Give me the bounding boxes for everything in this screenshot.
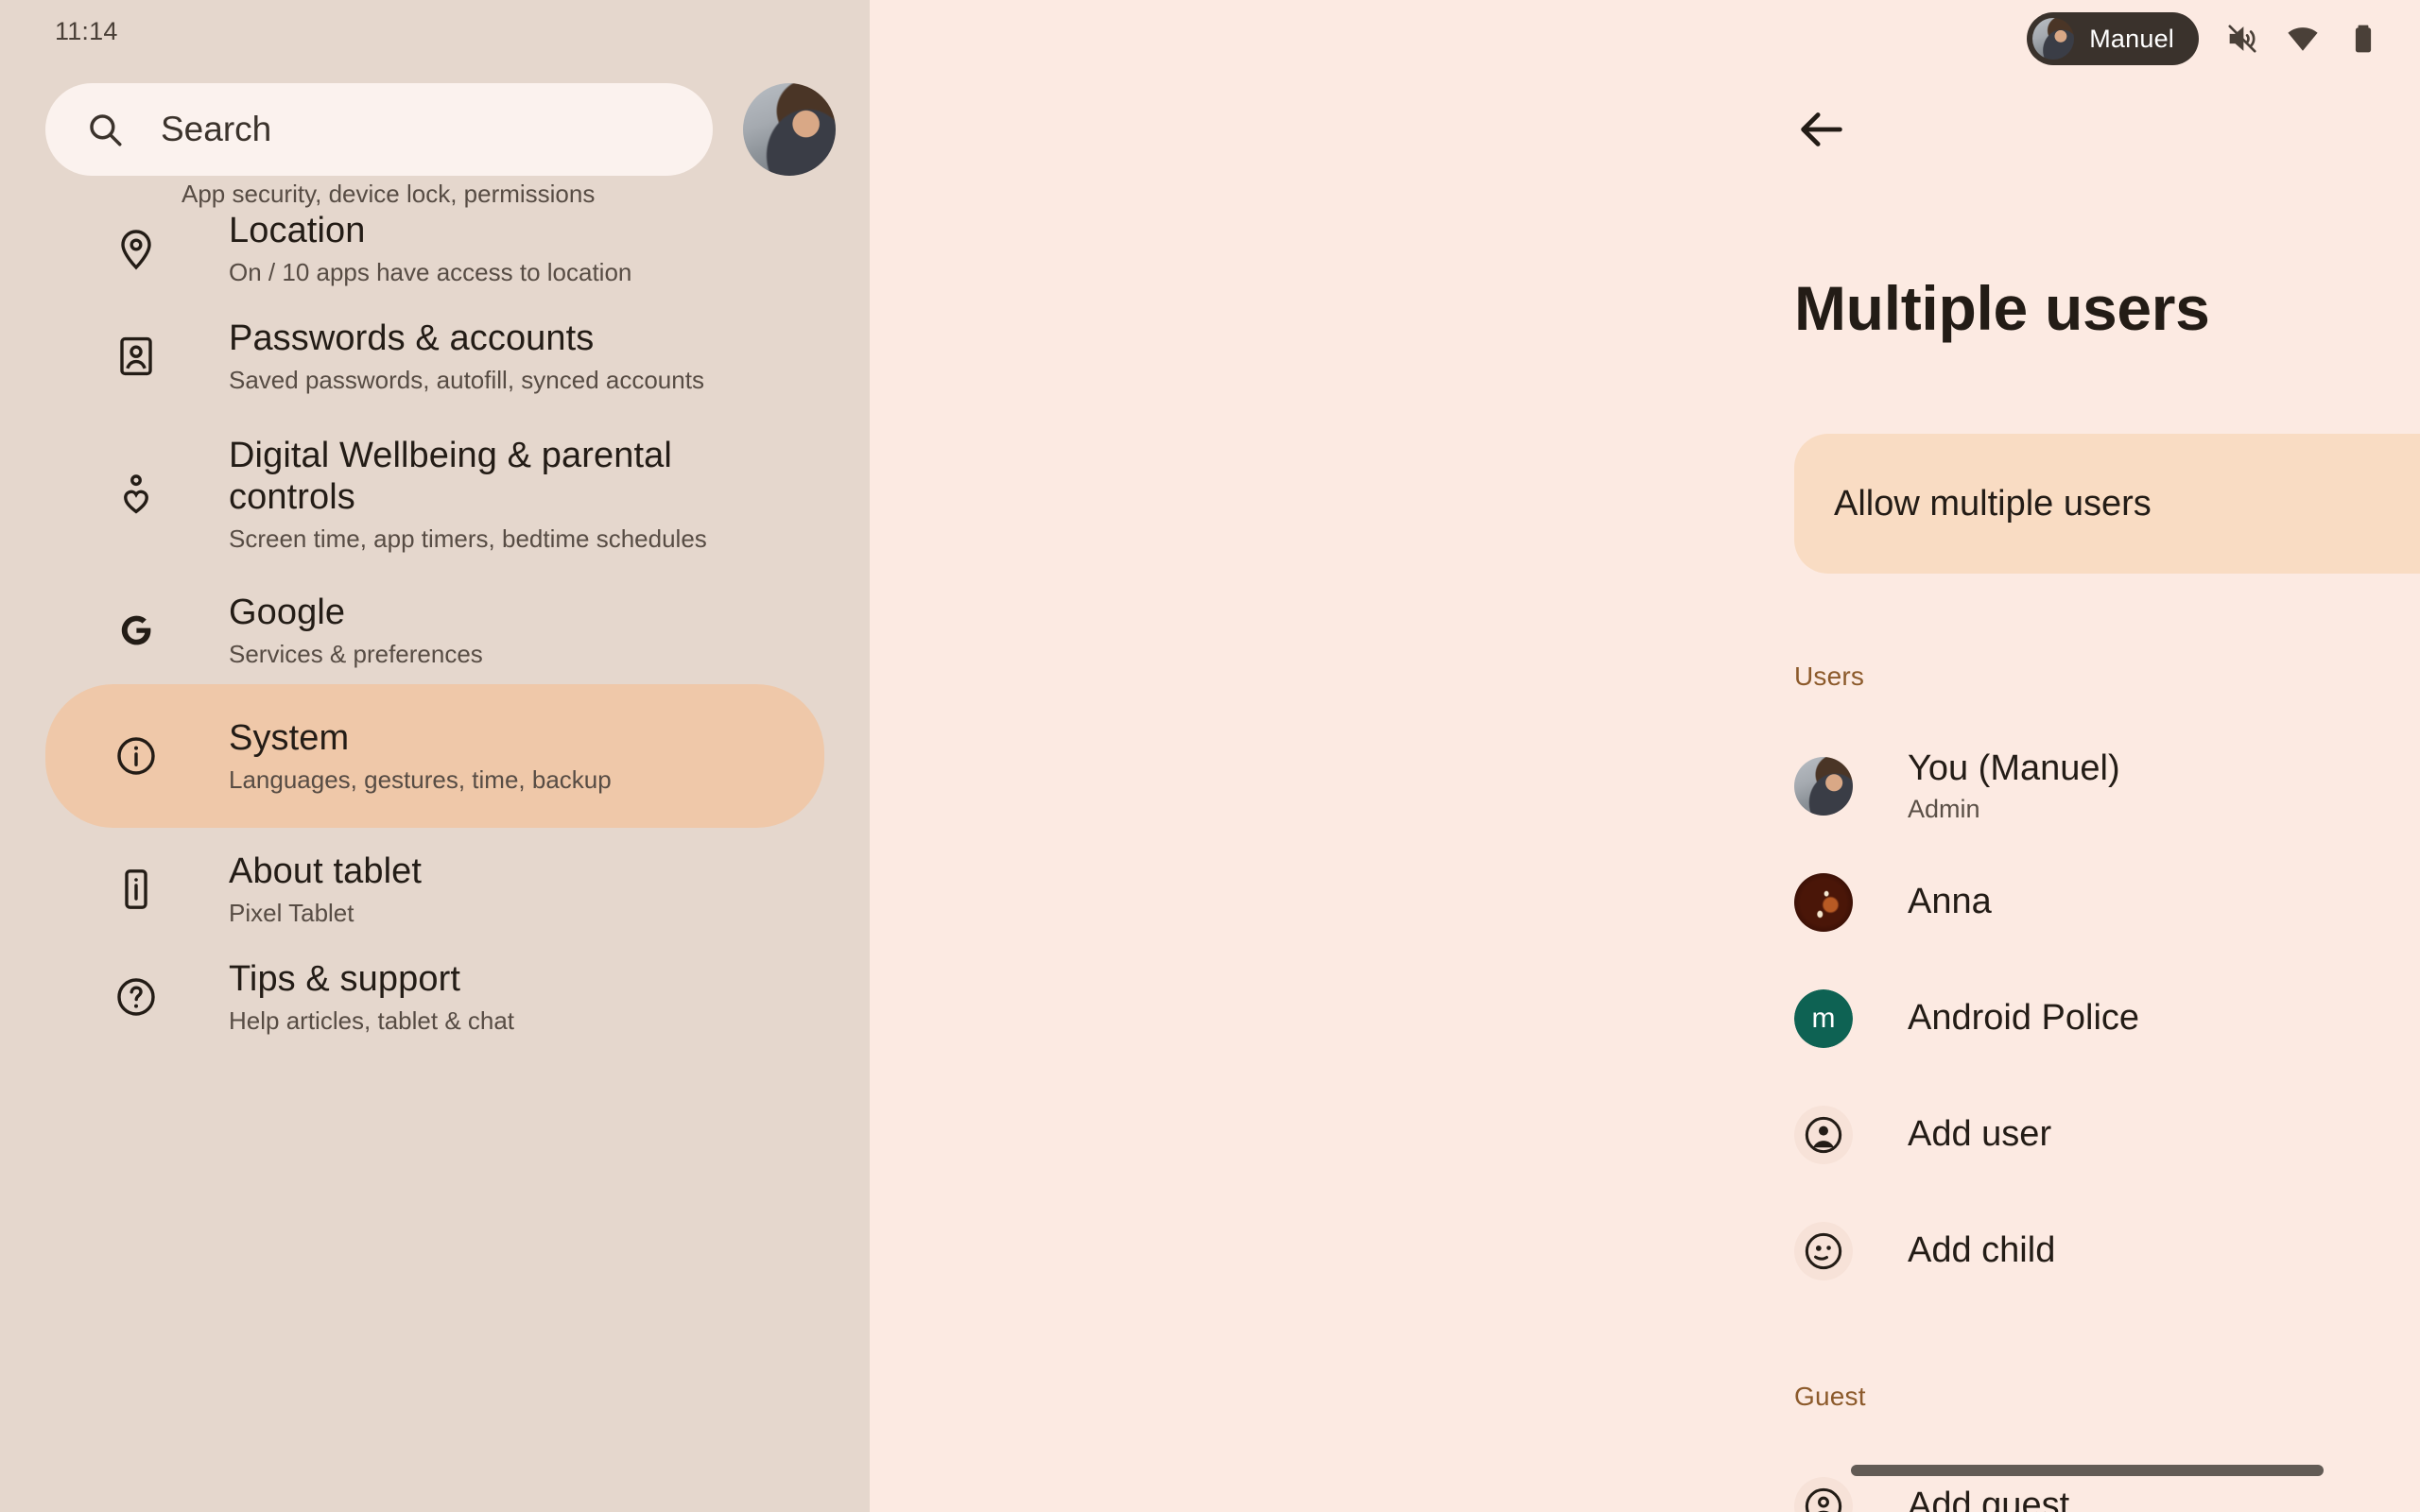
tablet-device-icon: [113, 867, 159, 912]
user-name: You (Manuel): [1908, 747, 2120, 789]
status-bar: Manuel: [2027, 11, 2380, 66]
sidebar-item-title: Digital Wellbeing & parental controls: [229, 435, 758, 518]
search-row: Search: [45, 83, 824, 176]
battery-icon: [2346, 22, 2380, 56]
back-button[interactable]: [1794, 102, 1849, 157]
sidebar-item-location[interactable]: Location On / 10 apps have access to loc…: [45, 193, 824, 304]
list-item[interactable]: You (Manuel) Admin: [1794, 728, 2420, 844]
settings-sidebar: 11:14 Search App security, device lock, …: [0, 0, 870, 1512]
account-circle-icon: [1802, 1485, 1845, 1512]
add-guest-label: Add guest: [1908, 1485, 2069, 1512]
detail-pane: Manuel Multiple users Allow mult: [870, 0, 2420, 1512]
user-role: Admin: [1908, 795, 2120, 824]
chip-avatar: [2032, 18, 2074, 60]
search-input[interactable]: Search: [45, 83, 713, 176]
sidebar-item-subtitle: Languages, gestures, time, backup: [229, 765, 612, 795]
chip-user-name: Manuel: [2089, 25, 2174, 54]
guest-list: Add guest: [1794, 1448, 2420, 1512]
add-child-label: Add child: [1908, 1229, 2055, 1271]
user-avatar: [1794, 873, 1853, 932]
volume-mute-icon: [2225, 22, 2259, 56]
users-section-header: Users: [1794, 662, 1864, 692]
passwords-accounts-icon: [113, 334, 159, 379]
sidebar-item-digital-wellbeing[interactable]: Digital Wellbeing & parental controls Sc…: [45, 410, 824, 578]
users-list: You (Manuel) Admin Anna m Android Police: [1794, 728, 2420, 1309]
add-user-icon-wrap: [1794, 1106, 1853, 1164]
guest-section-header: Guest: [1794, 1382, 1866, 1412]
search-icon: [85, 110, 125, 149]
sidebar-item-subtitle: On / 10 apps have access to location: [229, 258, 631, 287]
sidebar-item-subtitle: Saved passwords, autofill, synced accoun…: [229, 366, 704, 395]
sidebar-menu: Location On / 10 apps have access to loc…: [0, 185, 870, 1053]
status-user-chip[interactable]: Manuel: [2027, 12, 2199, 65]
sidebar-item-title: Location: [229, 210, 631, 251]
avatar-initial: m: [1794, 989, 1853, 1048]
user-name: Android Police: [1908, 997, 2139, 1039]
sidebar-item-tips-support[interactable]: Tips & support Help articles, tablet & c…: [45, 941, 824, 1053]
sidebar-item-subtitle: Screen time, app timers, bedtime schedul…: [229, 524, 758, 554]
help-question-icon: [113, 974, 159, 1020]
allow-multiple-users-label: Allow multiple users: [1834, 484, 2152, 524]
sidebar-item-title: Passwords & accounts: [229, 318, 704, 359]
google-g-icon: [113, 608, 159, 653]
add-user-label: Add user: [1908, 1113, 2051, 1155]
list-item[interactable]: Anna: [1794, 844, 2420, 960]
add-child-icon-wrap: [1794, 1222, 1853, 1280]
sidebar-item-subtitle: Help articles, tablet & chat: [229, 1006, 514, 1036]
child-face-icon: [1802, 1229, 1845, 1273]
sidebar-item-title: Google: [229, 592, 483, 633]
user-name: Anna: [1908, 881, 1992, 922]
search-placeholder: Search: [161, 110, 271, 149]
user-avatar: m: [1794, 989, 1853, 1048]
sidebar-item-title: System: [229, 717, 612, 759]
avatar[interactable]: [743, 83, 836, 176]
add-child-row[interactable]: Add child: [1794, 1193, 2420, 1309]
wellbeing-heart-icon: [113, 472, 159, 517]
sidebar-item-about-tablet[interactable]: About tablet Pixel Tablet: [45, 833, 824, 945]
location-pin-icon: [113, 226, 159, 271]
arrow-left-icon: [1794, 102, 1849, 157]
info-circle-icon: [113, 733, 159, 779]
sidebar-item-title: About tablet: [229, 850, 422, 892]
sidebar-item-subtitle: Pixel Tablet: [229, 899, 422, 928]
sidebar-item-subtitle: Services & preferences: [229, 640, 483, 669]
add-guest-icon-wrap: [1794, 1477, 1853, 1512]
status-clock: 11:14: [55, 17, 118, 46]
wifi-icon: [2286, 22, 2320, 56]
gesture-nav-bar[interactable]: [1851, 1465, 2324, 1476]
sidebar-item-google[interactable]: Google Services & preferences: [45, 575, 824, 686]
add-user-row[interactable]: Add user: [1794, 1076, 2420, 1193]
add-guest-row[interactable]: Add guest: [1794, 1448, 2420, 1512]
user-avatar: [1794, 757, 1853, 816]
list-item[interactable]: m Android Police: [1794, 960, 2420, 1076]
sidebar-item-title: Tips & support: [229, 958, 514, 1000]
sidebar-item-system[interactable]: System Languages, gestures, time, backup: [45, 684, 824, 828]
allow-multiple-users-row[interactable]: Allow multiple users: [1794, 434, 2420, 574]
page-title: Multiple users: [1794, 272, 2210, 344]
settings-screen: 11:14 Search App security, device lock, …: [0, 0, 2420, 1512]
account-circle-icon: [1802, 1113, 1845, 1157]
sidebar-item-passwords-accounts[interactable]: Passwords & accounts Saved passwords, au…: [45, 301, 824, 412]
